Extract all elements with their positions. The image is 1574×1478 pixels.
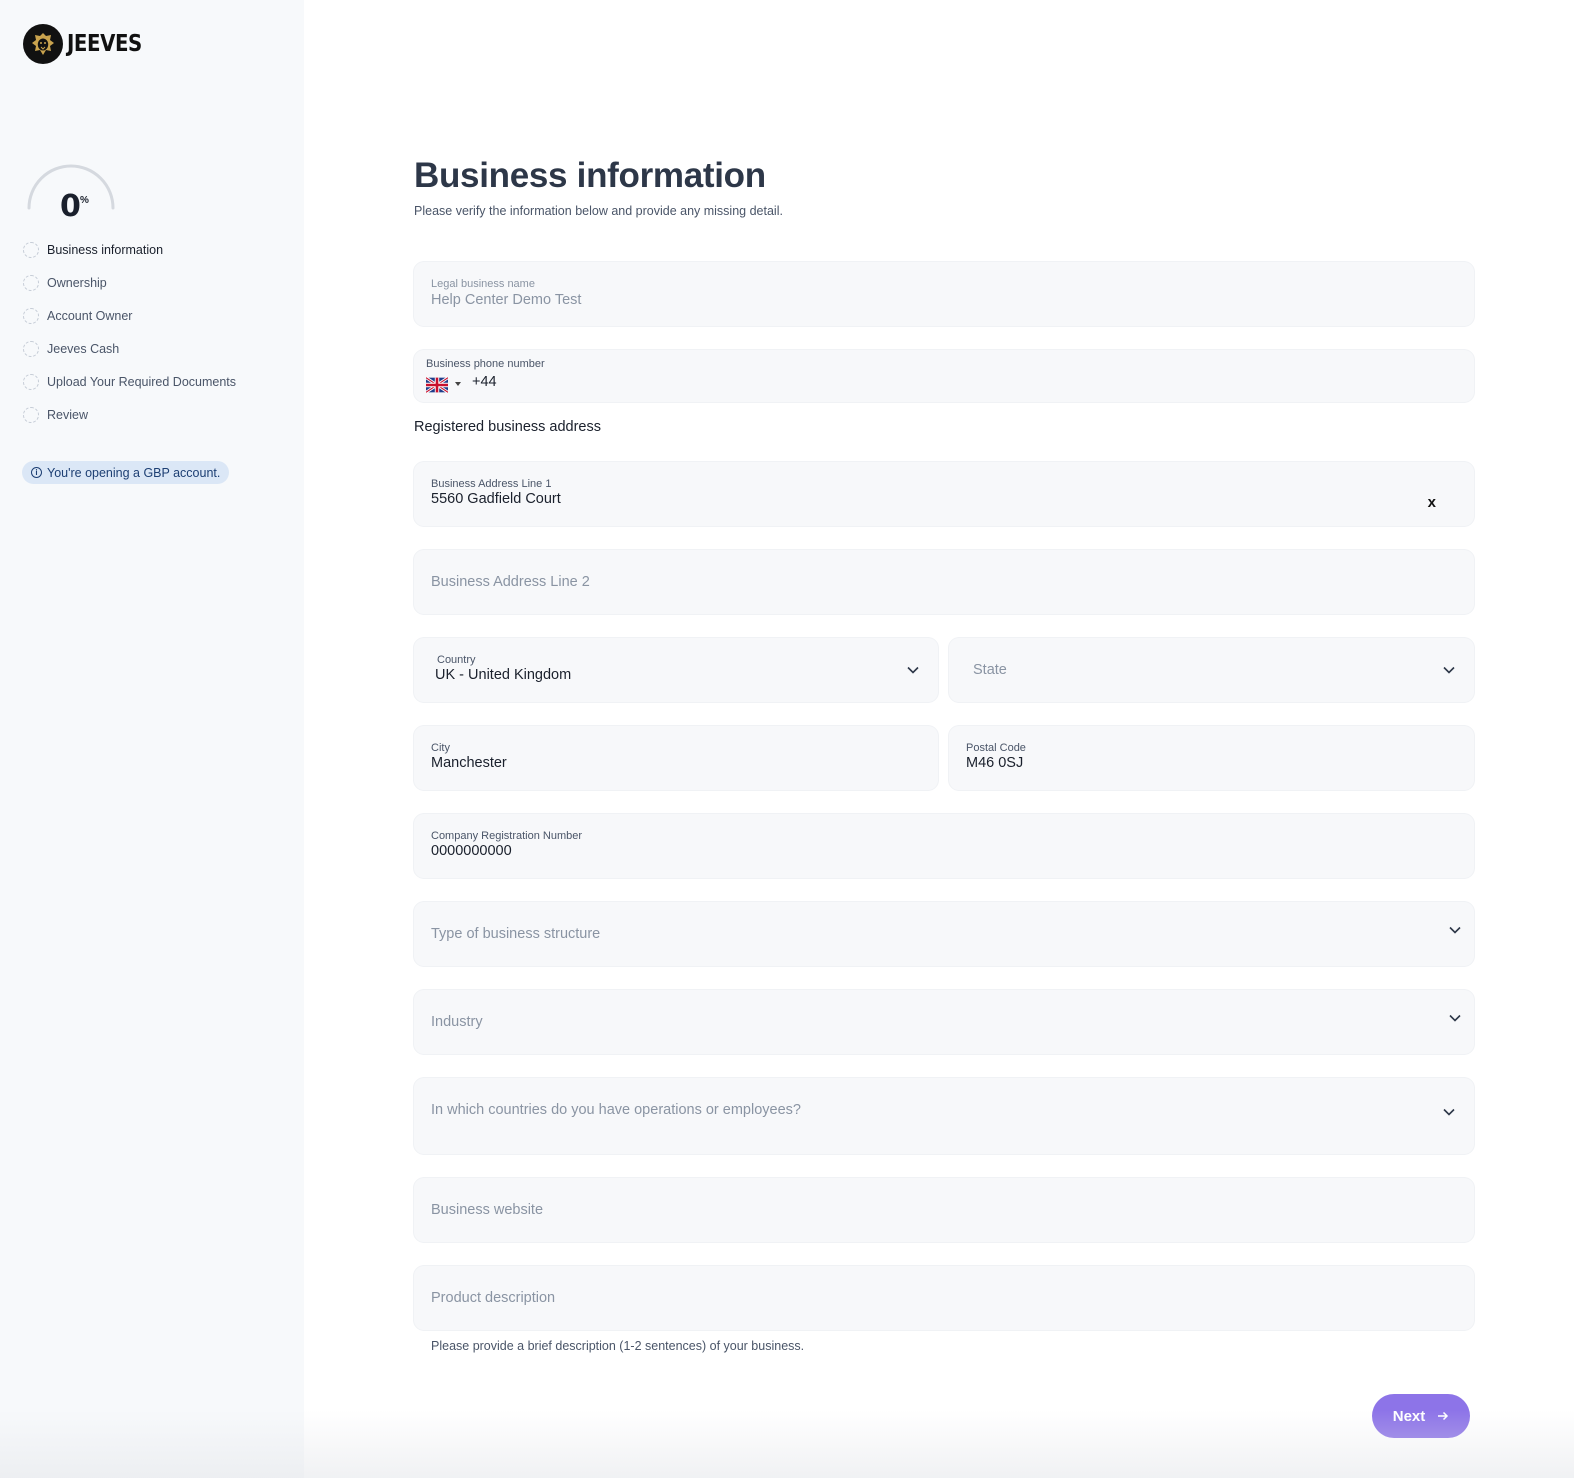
jeeves-logo: JEEVES [23,24,154,64]
business-structure-select[interactable]: Type of business structure [414,902,1474,966]
page-title: Business information [414,156,766,195]
legal-business-name-field[interactable]: Legal business name Help Center Demo Tes… [414,262,1474,326]
uk-flag-icon[interactable] [425,376,449,394]
step-review[interactable]: Review [23,398,236,431]
city-field[interactable]: City Manchester [414,726,938,790]
step-status-icon [23,406,39,423]
step-status-icon [23,307,39,324]
chevron-down-icon [1443,666,1455,674]
sidebar: JEEVES 0 % Business information Ownershi… [0,0,304,1478]
step-status-icon [23,274,39,291]
field-value: 5560 Gadfield Court [431,491,561,507]
field-placeholder: Type of business structure [431,926,601,942]
registered-address-heading: Registered business address [414,419,601,435]
field-placeholder: In which countries do you have operation… [431,1102,801,1118]
caret-down-icon[interactable] [455,382,461,386]
postal-code-field[interactable]: Postal Code M46 0SJ [949,726,1474,790]
state-select[interactable]: State [949,638,1474,702]
step-account-owner[interactable]: Account Owner [23,299,236,332]
industry-select[interactable]: Industry [414,990,1474,1054]
page-subtitle: Please verify the information below and … [414,204,783,218]
chevron-down-icon [1449,1014,1461,1022]
step-jeeves-cash[interactable]: Jeeves Cash [23,332,236,365]
phone-country-code[interactable]: +44 [472,374,497,390]
arrow-right-icon [1438,1411,1449,1421]
steps-list: Business information Ownership Account O… [23,233,236,431]
field-label: Company Registration Number [431,830,583,842]
field-label: City [431,742,450,754]
field-label: Business Address Line 1 [431,478,552,490]
step-label: Ownership [47,275,107,290]
step-status-icon [23,241,39,258]
field-placeholder: State [973,662,1007,678]
step-business-information[interactable]: Business information [23,233,236,266]
step-label: Business information [47,242,164,257]
step-status-icon [23,340,39,357]
field-label: Country [437,654,476,666]
progress-gauge: 0 % [26,162,116,224]
operations-countries-select[interactable]: In which countries do you have operation… [414,1078,1474,1154]
brand-name: JEEVES [67,31,142,57]
field-placeholder: Business Address Line 2 [431,574,590,590]
field-label: Legal business name [431,278,535,290]
address-line-1-field[interactable]: Business Address Line 1 5560 Gadfield Co… [414,462,1474,526]
field-value: Manchester [431,755,507,771]
progress-value: 0 [60,189,81,224]
step-status-icon [23,373,39,390]
chevron-down-icon [1443,1108,1455,1116]
step-label: Jeeves Cash [47,341,120,356]
company-registration-number-field[interactable]: Company Registration Number 0000000000 [414,814,1474,878]
field-placeholder: Business website [431,1202,544,1218]
chevron-down-icon [1449,926,1461,934]
field-value: M46 0SJ [966,755,1024,771]
business-website-field[interactable]: Business website [414,1178,1474,1242]
next-button-label: Next [1392,1407,1426,1425]
address-line-2-field[interactable]: Business Address Line 2 [414,550,1474,614]
step-label: Upload Your Required Documents [47,374,237,389]
clear-button[interactable]: x [1428,494,1436,511]
step-ownership[interactable]: Ownership [23,266,236,299]
field-placeholder: Product description [431,1290,556,1306]
step-upload-documents[interactable]: Upload Your Required Documents [23,365,236,398]
progress-unit: % [80,195,89,206]
chevron-down-icon [907,666,919,674]
business-phone-field[interactable]: Business phone number +44 [414,350,1474,402]
step-label: Account Owner [47,308,133,323]
currency-notice-badge: i You're opening a GBP account. [22,461,230,484]
field-placeholder: Industry [431,1014,483,1030]
field-value: Help Center Demo Test [431,292,582,308]
field-value: UK - United Kingdom [435,667,572,683]
product-description-field[interactable]: Product description [414,1266,1474,1330]
notice-text: You're opening a GBP account. [47,465,221,480]
lion-logo-icon [23,24,63,64]
country-select[interactable]: Country UK - United Kingdom [414,638,938,702]
next-button[interactable]: Next [1372,1394,1470,1438]
field-value: 0000000000 [431,843,512,859]
field-label: Postal Code [966,742,1026,754]
field-label: Business phone number [426,358,545,370]
product-description-helper: Please provide a brief description (1-2 … [431,1339,805,1353]
step-label: Review [47,407,88,422]
info-icon: i [31,467,42,478]
